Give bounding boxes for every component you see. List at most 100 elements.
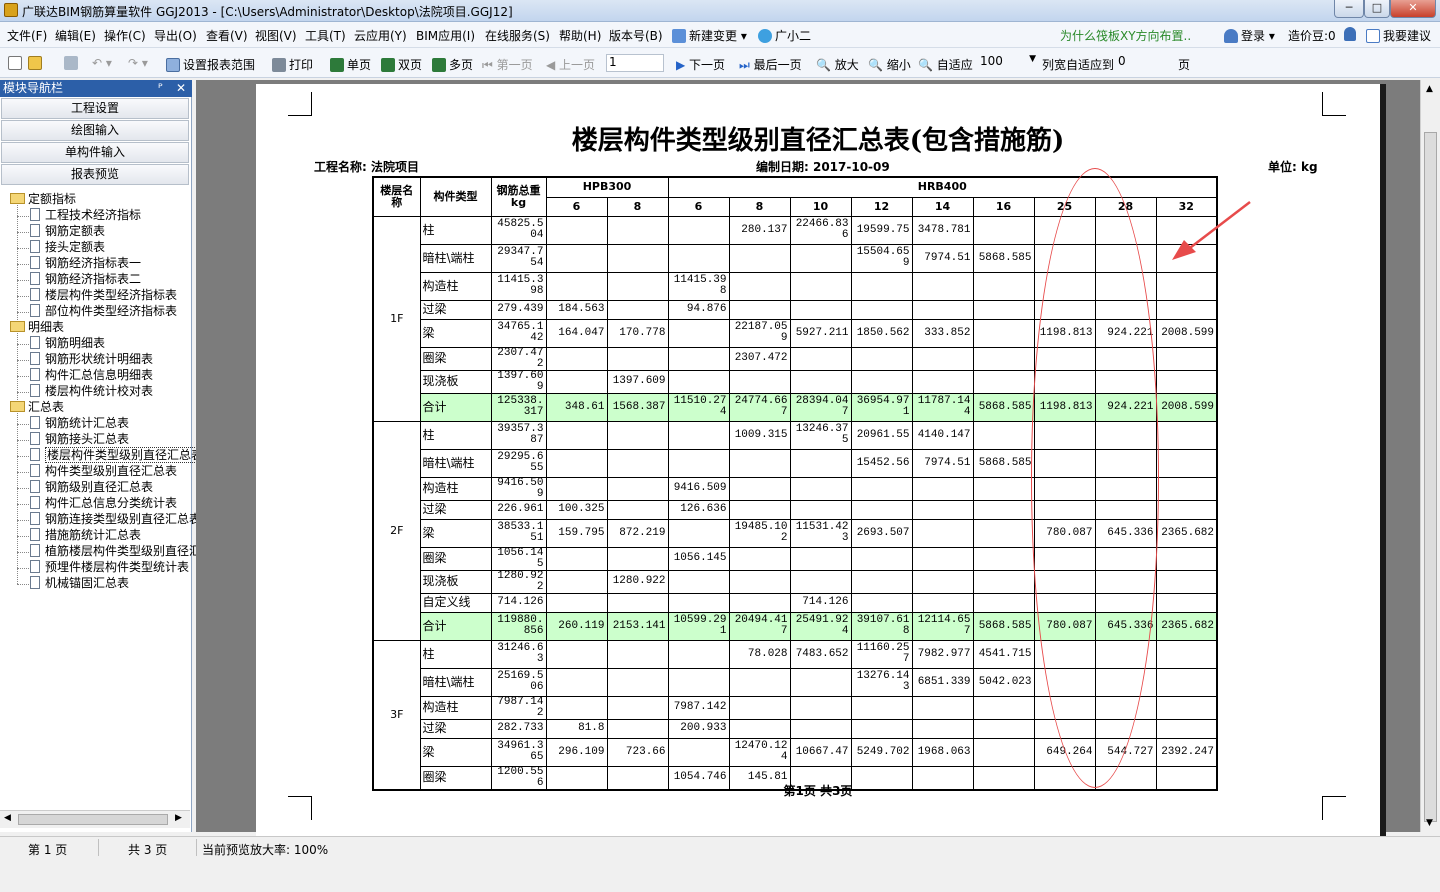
login-button[interactable]: 登录 ▾: [1224, 27, 1275, 44]
menu-help[interactable]: 帮助(H): [559, 27, 601, 44]
tree-item[interactable]: 工程技术经济指标: [30, 208, 141, 223]
tree-item[interactable]: 机械锚固汇总表: [30, 576, 129, 591]
promo-link[interactable]: 为什么筏板XY方向布置..: [1060, 27, 1191, 44]
value-cell: [606, 667, 669, 697]
prev-page-button[interactable]: ◀ 上一页: [546, 56, 595, 73]
pin-icon[interactable]: ᴾ: [158, 80, 163, 97]
next-page-button[interactable]: ▶ 下一页: [676, 56, 725, 73]
tree-item[interactable]: 钢筋定额表: [30, 224, 105, 239]
scroll-thumb[interactable]: [18, 814, 168, 825]
print-button[interactable]: 打印: [272, 56, 313, 73]
type-cell: 梁: [419, 518, 492, 548]
document-icon: [30, 576, 40, 589]
vscroll-thumb[interactable]: [1424, 132, 1437, 822]
tree-folder[interactable]: 汇总表: [10, 400, 64, 415]
menu-new-change-label: 新建变更 ▾: [689, 29, 747, 43]
open-button[interactable]: [28, 56, 45, 70]
weight-cell: 38533.151: [490, 518, 547, 548]
nav-project-settings[interactable]: 工程设置: [1, 98, 189, 119]
tree-item[interactable]: 钢筋连接类型级别直径汇总表: [30, 512, 201, 527]
nav-single-component[interactable]: 单构件输入: [1, 142, 189, 163]
last-page-button[interactable]: ⏭ 最后一页: [739, 56, 802, 73]
weight-cell: 7987.142: [490, 695, 547, 720]
value-cell: 13246.375: [789, 420, 852, 450]
nav-report-preview[interactable]: 报表预览: [1, 164, 189, 185]
zoom-out-label: 缩小: [886, 58, 911, 72]
menu-new-change[interactable]: 新建变更 ▾: [672, 27, 747, 44]
nav-drawing-input[interactable]: 绘图输入: [1, 120, 189, 141]
scroll-down-icon[interactable]: ▼: [1426, 818, 1433, 828]
col-width-input[interactable]: 0: [1116, 54, 1172, 72]
menu-bim[interactable]: BIM应用(I): [416, 27, 475, 44]
close-button[interactable]: ✕: [1390, 0, 1436, 18]
scroll-right-icon[interactable]: ▶: [175, 813, 182, 823]
tree-item[interactable]: 楼层构件统计校对表: [30, 384, 153, 399]
tree-item[interactable]: 楼层构件类型经济指标表: [30, 288, 177, 303]
tree-item[interactable]: 构件汇总信息明细表: [30, 368, 153, 383]
menu-assistant[interactable]: 广小二: [758, 27, 811, 44]
save-button[interactable]: [64, 56, 81, 70]
tree-folder[interactable]: 明细表: [10, 320, 64, 335]
redo-button[interactable]: ↷ ▾: [128, 56, 148, 70]
nav-close-icon[interactable]: ✕: [176, 80, 186, 97]
undo-button[interactable]: ↶ ▾: [92, 56, 112, 70]
page-input[interactable]: 1: [606, 54, 664, 72]
tree-item[interactable]: 构件类型级别直径汇总表: [30, 464, 177, 479]
tree-folder[interactable]: 定额指标: [10, 192, 76, 207]
first-page-button[interactable]: ⏮ 第一页: [482, 56, 533, 73]
menu-export[interactable]: 导出(O): [154, 27, 197, 44]
scroll-up-icon[interactable]: ▲: [1426, 84, 1433, 94]
tree-item[interactable]: 钢筋统计汇总表: [30, 416, 129, 431]
scroll-left-icon[interactable]: ◀: [4, 813, 11, 823]
tree-item-label: 楼层构件类型经济指标表: [45, 288, 178, 302]
save-icon: [64, 56, 78, 70]
tree-item[interactable]: 钢筋经济指标表一: [30, 256, 141, 271]
menu-operate[interactable]: 操作(C): [104, 27, 146, 44]
fit-button[interactable]: 🔍 自适应: [918, 56, 973, 73]
menu-view[interactable]: 查看(V): [206, 27, 248, 44]
tree-item[interactable]: 钢筋经济指标表二: [30, 272, 141, 287]
menu-version[interactable]: 版本号(B): [609, 27, 663, 44]
double-page-button[interactable]: 双页: [381, 56, 422, 73]
suggest-button[interactable]: 我要建议: [1366, 27, 1431, 44]
value-cell: 11160.257: [850, 639, 913, 669]
tree-item[interactable]: 构件汇总信息分类统计表: [30, 496, 177, 511]
value-cell: 28394.047: [789, 392, 852, 422]
single-page-button[interactable]: 单页: [330, 56, 371, 73]
preview-vscrollbar[interactable]: ▲ ▼: [1420, 80, 1440, 832]
menu-cloud[interactable]: 云应用(Y): [354, 27, 407, 44]
tree-item[interactable]: 部位构件类型经济指标表: [30, 304, 177, 319]
bell-icon[interactable]: [1344, 27, 1359, 41]
minimize-button[interactable]: ─: [1334, 0, 1364, 18]
new-button[interactable]: [8, 56, 25, 70]
value-cell: 24774.667: [728, 392, 791, 422]
menu-file[interactable]: 文件(F): [7, 27, 47, 44]
tree-item[interactable]: 楼层构件类型级别直径汇总表: [30, 447, 206, 463]
weight-cell: 1280.922: [490, 569, 547, 594]
zoom-out-button[interactable]: 🔍 缩小: [868, 56, 911, 73]
tree-item[interactable]: 钢筋形状统计明细表: [30, 352, 153, 367]
tree-item[interactable]: 接头定额表: [30, 240, 105, 255]
value-cell: 11531.423: [789, 518, 852, 548]
tree-item[interactable]: 措施筋统计汇总表: [30, 528, 141, 543]
value-cell: [911, 546, 974, 571]
menu-online[interactable]: 在线服务(S): [485, 27, 550, 44]
multi-page-button[interactable]: 多页: [432, 56, 473, 73]
zoom-select[interactable]: 100 ▼: [978, 54, 1038, 72]
set-range-button[interactable]: 设置报表范围: [166, 56, 255, 73]
window-title: 广联达BIM钢筋算量软件 GGJ2013 - [C:\Users\Adminis…: [22, 5, 513, 19]
tree-item[interactable]: 钢筋接头汇总表: [30, 432, 129, 447]
tree-item[interactable]: 钢筋明细表: [30, 336, 105, 351]
zoom-in-button[interactable]: 🔍 放大: [816, 56, 859, 73]
menu-tools[interactable]: 工具(T): [305, 27, 346, 44]
nav-hscrollbar[interactable]: ◀ ▶: [0, 810, 190, 828]
status-total: 共 3 页: [128, 843, 168, 857]
menu-viewport[interactable]: 视图(V): [255, 27, 297, 44]
value-cell: [911, 718, 974, 739]
tree-item[interactable]: 钢筋级别直径汇总表: [30, 480, 153, 495]
value-cell: 2365.682: [1155, 611, 1218, 641]
menu-edit[interactable]: 编辑(E): [55, 27, 96, 44]
maximize-button[interactable]: □: [1364, 0, 1390, 18]
tree-item[interactable]: 预埋件楼层构件类型统计表: [30, 560, 189, 575]
type-cell: 构造柱: [419, 476, 492, 501]
